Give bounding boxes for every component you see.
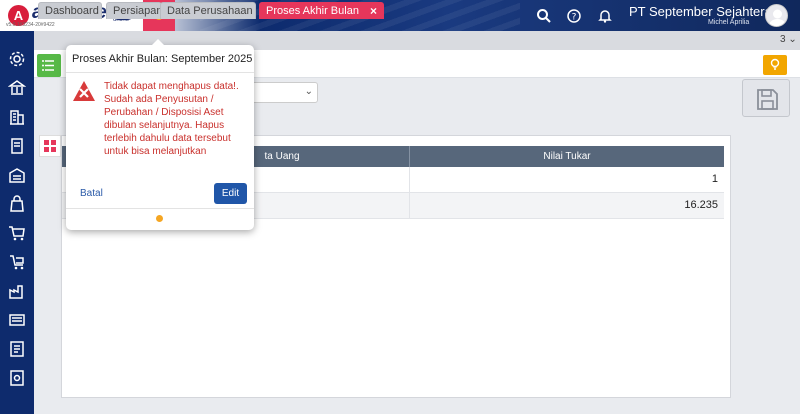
chevron-down-icon: ⌄ (304, 86, 313, 97)
tab-proses-akhir-bulan[interactable]: Proses Akhir Bulan × (259, 2, 384, 19)
cart-icon[interactable] (8, 224, 26, 242)
factory-icon[interactable] (8, 282, 26, 300)
svg-text:?: ? (572, 13, 577, 23)
company-name[interactable]: PT September Sejahtera (629, 4, 772, 19)
cancel-button[interactable]: Batal (80, 188, 103, 199)
list-icon (42, 60, 54, 71)
tab-count-dropdown[interactable]: 3 ⌄ (780, 34, 797, 45)
lightbulb-icon (770, 58, 780, 70)
popup-title: Proses Akhir Bulan: September 2025 (72, 53, 253, 65)
tab-persiapan[interactable]: Persiapan (106, 2, 162, 19)
avatar[interactable] (765, 4, 788, 27)
tips-button[interactable] (763, 55, 787, 75)
floppy-disk-icon (757, 89, 778, 110)
column-header-mata-uang[interactable]: ta Uang (252, 146, 312, 167)
building-icon[interactable] (8, 108, 26, 126)
cell-nilai-tukar: 16.235 (684, 199, 718, 211)
tab-label: Proses Akhir Bulan (266, 5, 359, 17)
cell-divider (409, 167, 410, 193)
grid-view-button[interactable] (39, 135, 61, 157)
search-icon[interactable] (536, 8, 552, 24)
gear-icon[interactable] (8, 50, 26, 68)
delivery-icon[interactable] (8, 253, 26, 271)
bell-icon[interactable] (597, 8, 613, 24)
save-button[interactable] (742, 79, 790, 117)
column-header-nilai-tukar[interactable]: Nilai Tukar (409, 146, 724, 167)
list-view-button[interactable] (37, 54, 61, 77)
bag-icon[interactable] (8, 195, 26, 213)
report-icon[interactable] (8, 340, 26, 358)
help-icon[interactable]: ? (566, 8, 582, 24)
popup-divider (66, 72, 254, 73)
bank-icon[interactable] (8, 79, 26, 97)
ledger-icon[interactable] (8, 137, 26, 155)
tab-label: Persiapan (113, 5, 162, 17)
user-name[interactable]: Michel Aprilia (708, 19, 749, 26)
warning-icon (73, 81, 95, 101)
sidebar (0, 31, 34, 414)
tab-data-perusahaan[interactable]: Data Perusahaan (160, 2, 256, 19)
version-text: v5.0.1#3234-20#9422 (6, 22, 55, 28)
close-icon[interactable]: × (370, 3, 377, 19)
setting-doc-icon[interactable] (8, 369, 26, 387)
warehouse-icon[interactable] (8, 166, 26, 184)
loading-dot-icon (156, 215, 163, 222)
register-icon[interactable] (8, 311, 26, 329)
tab-label: Data Perusahaan (167, 5, 253, 17)
cell-divider (409, 193, 410, 219)
popup-divider (66, 208, 254, 209)
period-select[interactable]: ⌄ (248, 82, 318, 103)
error-popup: Proses Akhir Bulan: September 2025 Tidak… (66, 39, 254, 230)
error-message: Tidak dapat menghapus data!. Sudah ada P… (104, 81, 239, 157)
popup-arrow (152, 39, 164, 45)
cell-nilai-tukar: 1 (711, 173, 718, 185)
edit-button[interactable]: Edit (214, 183, 247, 204)
tab-dashboard[interactable]: Dashboard (38, 2, 102, 19)
grid-icon (44, 140, 56, 152)
tab-label: Dashboard (45, 5, 99, 17)
